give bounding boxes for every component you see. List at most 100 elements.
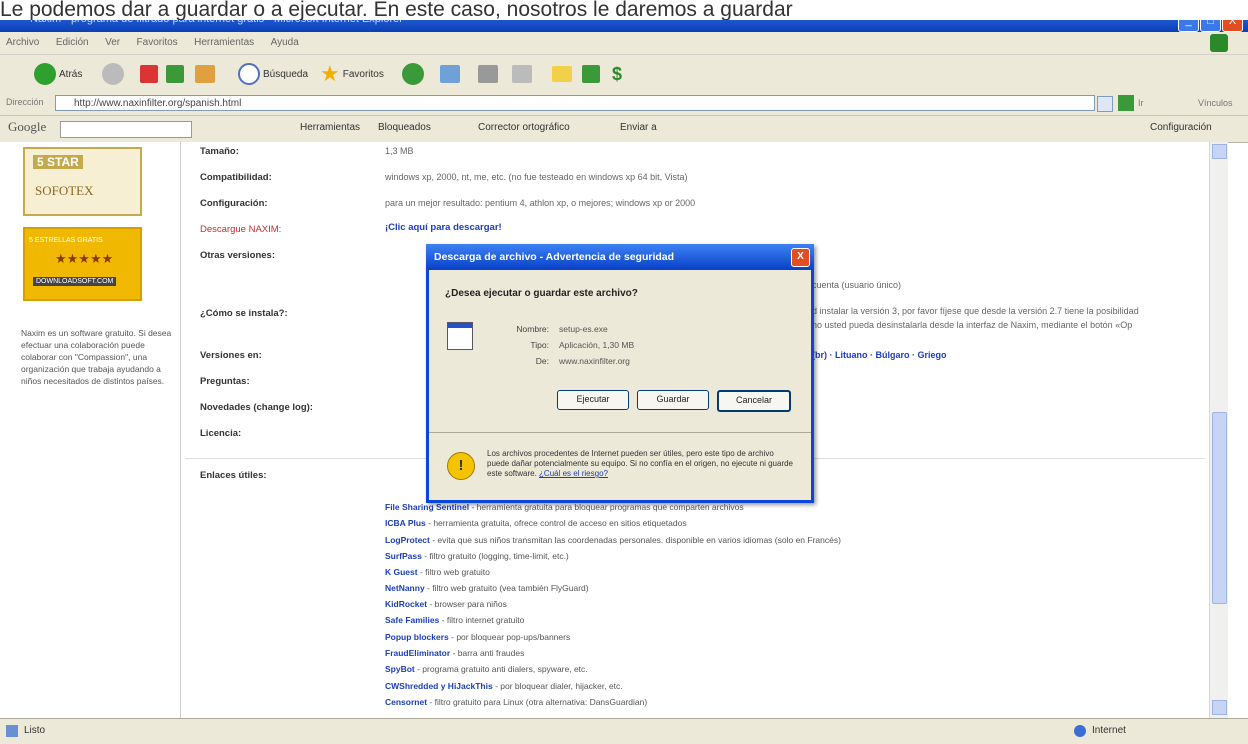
home-button[interactable] (195, 62, 215, 86)
file-source-value: www.naxinfilter.org (559, 356, 630, 366)
stop-button[interactable] (140, 62, 158, 86)
link-name[interactable]: ICBA Plus (385, 518, 426, 528)
mail-button[interactable] (440, 62, 460, 86)
link-name[interactable]: FraudEliminator (385, 648, 450, 658)
google-send[interactable]: Enviar a (620, 122, 657, 133)
badge2-stars: ★★★★★ (55, 251, 114, 266)
other-versions-value: cuenta (usuario único) (812, 280, 902, 290)
scroll-thumb[interactable] (1212, 412, 1227, 604)
menu-edicion[interactable]: Edición (56, 37, 89, 48)
link-name[interactable]: Censornet (385, 697, 427, 707)
windows-logo-icon (1210, 34, 1228, 52)
address-dropdown-icon[interactable] (1097, 96, 1113, 112)
link-desc: - evita que sus niños transmitan las coo… (429, 535, 841, 545)
scroll-up-icon[interactable] (1212, 144, 1227, 159)
google-blocked[interactable]: Bloqueados (378, 122, 431, 133)
menu-ver[interactable]: Ver (105, 37, 120, 48)
mail-icon (440, 65, 460, 83)
link-name[interactable]: CWShredded y HiJackThis (385, 681, 493, 691)
sidebar: 5 STAR SOFOTEX 5 ESTRELLAS GRATIS ★★★★★ … (18, 142, 181, 718)
compat-value: windows xp, 2000, nt, me, etc. (no fue t… (385, 172, 688, 182)
address-input[interactable]: http://www.naxinfilter.org/spanish.html (55, 95, 1095, 111)
menu-favoritos[interactable]: Favoritos (137, 37, 178, 48)
install-value-2: no usted pueda desinstalarla desde la in… (812, 320, 1133, 330)
money-button[interactable]: $ (612, 62, 622, 86)
links-label[interactable]: Vínculos (1198, 98, 1233, 108)
dialog-close-button[interactable]: X (791, 248, 810, 267)
download-label: Descargue NAXIM: (200, 224, 282, 235)
google-spellcheck[interactable]: Corrector ortográfico (478, 122, 570, 133)
link-desc: - herramienta gratuita, ofrece control d… (425, 518, 687, 528)
link-desc: - por bloquear pop-ups/banners (448, 632, 571, 642)
downloadsoft-award-badge[interactable]: 5 ESTRELLAS GRATIS ★★★★★ DOWNLOADSOFT.CO… (23, 227, 142, 301)
refresh-button[interactable] (166, 62, 184, 86)
google-settings[interactable]: Configuración (1150, 122, 1212, 133)
search-button[interactable]: Búsqueda (238, 62, 308, 86)
go-arrow-icon[interactable] (1118, 95, 1134, 111)
forward-button[interactable] (102, 62, 124, 86)
application-file-icon (447, 322, 473, 350)
dialog-title: Descarga de archivo - Advertencia de seg… (434, 251, 675, 263)
file-name-label: Nombre: (516, 324, 549, 334)
print-button[interactable] (478, 62, 498, 86)
link-name[interactable]: LogProtect (385, 535, 430, 545)
link-row: SurfPass - filtro gratuito (logging, tim… (385, 551, 569, 561)
compat-label: Compatibilidad: (200, 172, 272, 183)
file-name-value: setup-es.exe (559, 324, 608, 334)
link-desc: - filtro internet gratuito (439, 615, 525, 625)
file-type-label: Tipo: (530, 340, 549, 350)
forward-arrow-icon (102, 63, 124, 85)
link-name[interactable]: NetNanny (385, 583, 425, 593)
link-name[interactable]: File Sharing Sentinel (385, 502, 469, 512)
link-row: Safe Families - filtro internet gratuito (385, 615, 524, 625)
menu-archivo[interactable]: Archivo (6, 37, 39, 48)
favorites-button[interactable]: ★ Favoritos (320, 61, 384, 86)
history-icon (402, 63, 424, 85)
license-label: Licencia: (200, 428, 242, 439)
run-button[interactable]: Ejecutar (557, 390, 629, 410)
link-desc: - filtro gratuito para Linux (otra alter… (427, 697, 648, 707)
edit-icon (512, 65, 532, 83)
link-name[interactable]: KidRocket (385, 599, 427, 609)
link-desc: - por bloquear dialer, hijacker, etc. (492, 681, 623, 691)
download-link[interactable]: ¡Clic aquí para descargar! (385, 222, 502, 233)
google-tools[interactable]: Herramientas (300, 122, 360, 133)
status-text: Listo (24, 725, 46, 736)
edit-button[interactable] (512, 62, 532, 86)
folder-icon (552, 66, 572, 82)
sofotex-award-badge[interactable]: 5 STAR SOFOTEX (23, 147, 142, 216)
link-name[interactable]: Popup blockers (385, 632, 449, 642)
link-name[interactable]: SurfPass (385, 551, 422, 561)
back-button[interactable]: Atrás (34, 62, 82, 86)
dialog-question: ¿Desea ejecutar o guardar este archivo? (445, 288, 638, 299)
folder-button[interactable] (552, 62, 572, 86)
messenger-button[interactable] (582, 62, 600, 86)
other-versions-label: Otras versiones: (200, 250, 275, 261)
risk-link[interactable]: ¿Cuál es el riesgo? (539, 469, 608, 478)
badge2-line1: 5 ESTRELLAS GRATIS (29, 237, 103, 244)
save-button[interactable]: Guardar (637, 390, 709, 410)
cancel-button[interactable]: Cancelar (717, 390, 791, 412)
status-bar: Listo Internet (0, 718, 1248, 744)
link-name[interactable]: K Guest (385, 567, 418, 577)
menu-ayuda[interactable]: Ayuda (271, 37, 299, 48)
vertical-scrollbar[interactable] (1209, 142, 1228, 718)
menu-herramientas[interactable]: Herramientas (194, 37, 254, 48)
link-name[interactable]: Safe Families (385, 615, 439, 625)
caption-overlay: Le podemos dar a guardar o a ejecutar. E… (0, 0, 1248, 20)
google-search-input[interactable] (60, 121, 192, 138)
link-row: K Guest - filtro web gratuito (385, 567, 490, 577)
history-button[interactable] (402, 62, 424, 86)
messenger-icon (582, 65, 600, 83)
install-label: ¿Cómo se instala?: (200, 308, 288, 319)
link-name[interactable]: SpyBot (385, 664, 415, 674)
search-icon (238, 63, 260, 85)
dialog-separator (429, 432, 811, 433)
badge1-line1: 5 STAR (33, 155, 83, 169)
languages-links[interactable]: (br) · Lituano · Búlgaro · Griego (812, 350, 947, 360)
go-label[interactable]: Ir (1138, 98, 1144, 108)
link-row: FraudEliminator - barra anti fraudes (385, 648, 524, 658)
config-value: para un mejor resultado: pentium 4, athl… (385, 198, 696, 208)
scroll-down-icon[interactable] (1212, 700, 1227, 715)
size-label: Tamaño: (200, 146, 239, 157)
